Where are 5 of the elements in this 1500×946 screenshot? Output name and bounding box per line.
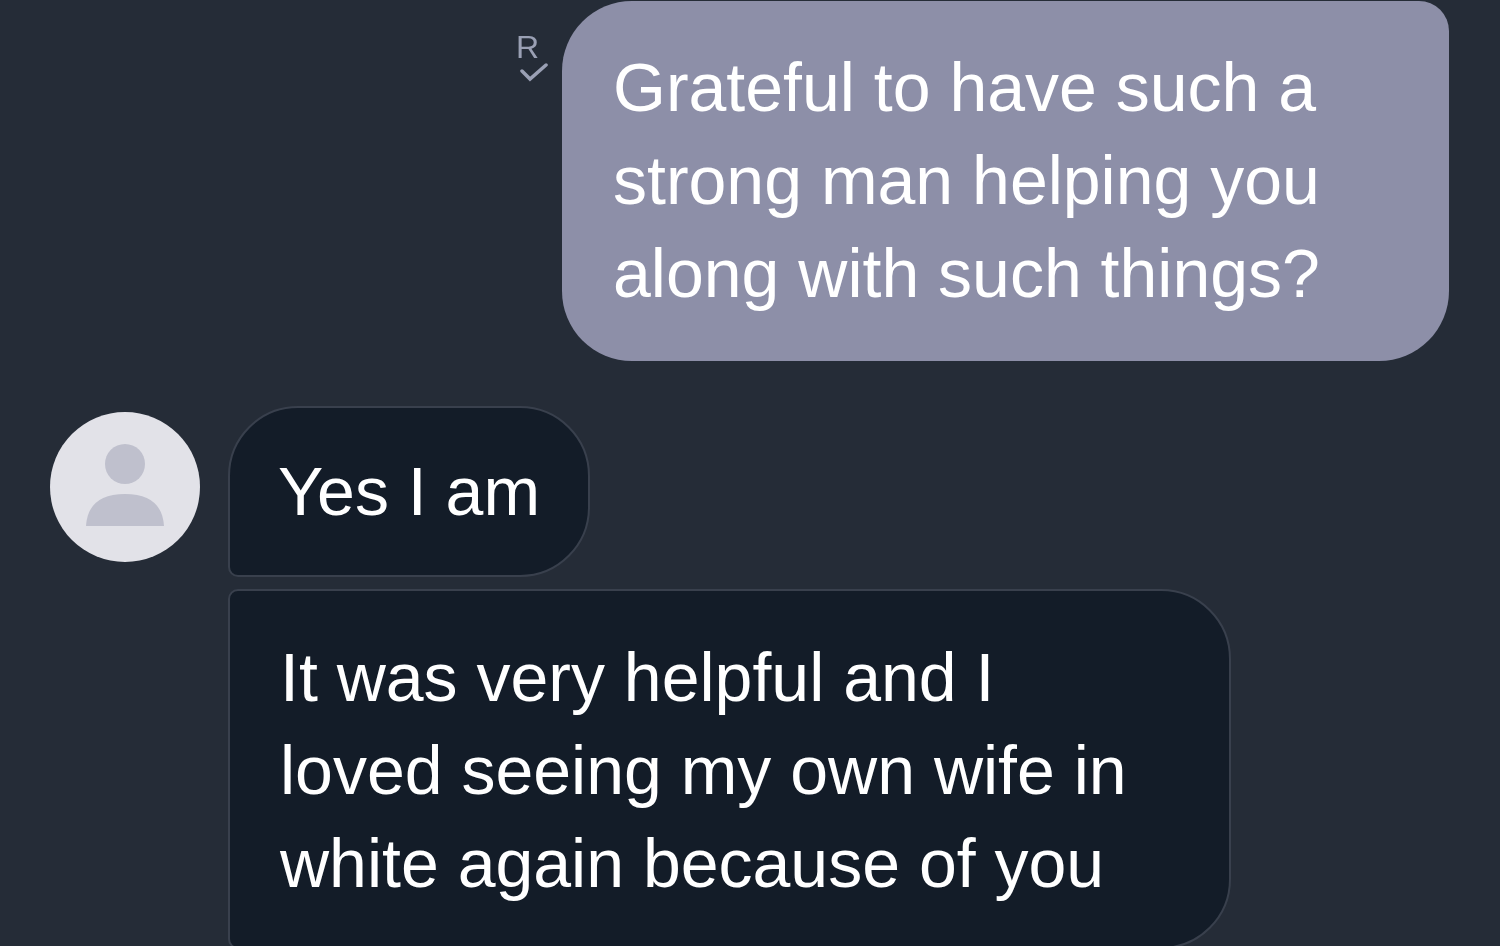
- message-bubble: It was very helpful and I loved seeing my own wife in white again because of you: [228, 589, 1231, 946]
- read-receipt: R: [516, 31, 540, 63]
- check-icon: [520, 63, 548, 83]
- message-bubble: Grateful to have such a strong man helping you along with such things?: [562, 1, 1449, 361]
- message-bubble: Yes I am: [228, 406, 591, 577]
